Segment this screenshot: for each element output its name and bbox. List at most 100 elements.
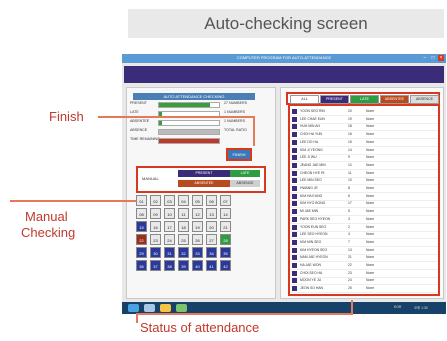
seat-cell[interactable]: 07 xyxy=(220,195,231,206)
seat-cell[interactable]: 13 xyxy=(206,208,217,219)
maximize-icon[interactable]: □ xyxy=(430,55,436,61)
seat-cell[interactable]: 25 xyxy=(178,234,189,245)
list-item[interactable]: JEON SO HAN 25 None xyxy=(290,285,438,294)
window-title: COMPUTER PROGRAM FOR AUTO-ATTENDANCE xyxy=(236,55,332,60)
seat-cell[interactable]: 04 xyxy=(178,195,189,206)
student-status: None xyxy=(366,247,375,252)
seat-cell[interactable]: 24 xyxy=(164,234,175,245)
close-icon[interactable]: × xyxy=(438,55,444,61)
seat-cell[interactable]: 36 xyxy=(136,260,147,271)
seat-cell[interactable]: 11 xyxy=(178,208,189,219)
seat-cell[interactable]: 01 xyxy=(136,195,147,206)
seat-cell[interactable]: 10 xyxy=(164,208,175,219)
manual-absentee-button[interactable]: ABSENTEE xyxy=(178,180,230,187)
tab-all[interactable]: ALL xyxy=(290,95,319,104)
seat-cell[interactable]: 39 xyxy=(178,260,189,271)
manual-present-button[interactable]: PRESENT xyxy=(178,170,230,177)
status-square-icon xyxy=(292,109,297,114)
seat-cell[interactable]: 42 xyxy=(220,260,231,271)
student-name: MI JAE MIN xyxy=(300,209,319,214)
student-id: 13 xyxy=(348,247,352,252)
seat-cell[interactable]: 22 xyxy=(136,234,147,245)
status-square-icon xyxy=(292,270,297,276)
seat-cell[interactable]: 23 xyxy=(150,234,161,245)
seat-cell[interactable]: 17 xyxy=(164,221,175,232)
seat-cell[interactable]: 05 xyxy=(192,195,203,206)
seat-cell[interactable]: 16 xyxy=(150,221,161,232)
seat-cell[interactable]: 29 xyxy=(136,247,147,258)
seat-cell[interactable]: 09 xyxy=(150,208,161,219)
seat-cell[interactable]: 15 xyxy=(136,221,147,232)
seat-cell[interactable]: 03 xyxy=(164,195,175,206)
student-name: CHOI HA YUN xyxy=(300,132,322,137)
seat-cell[interactable]: 41 xyxy=(206,260,217,271)
seat-cell[interactable]: 20 xyxy=(206,221,217,232)
seat-cell[interactable]: 21 xyxy=(220,221,231,232)
stat-progress-bar xyxy=(158,138,220,144)
stat-row: PRESENT 27 NUMBERS xyxy=(128,101,264,108)
student-id: 25 xyxy=(348,286,352,291)
status-square-icon xyxy=(292,263,297,268)
seat-cell[interactable]: 26 xyxy=(192,234,203,245)
student-name: PARK SEO HYEON xyxy=(300,216,331,221)
banner-title: Auto-checking screen xyxy=(128,9,444,38)
seat-cell[interactable]: 14 xyxy=(220,208,231,219)
seat-cell[interactable]: 31 xyxy=(164,247,175,258)
seat-cell[interactable]: 35 xyxy=(220,247,231,258)
seat-cell[interactable]: 19 xyxy=(192,221,203,232)
seat-cell[interactable]: 12 xyxy=(192,208,203,219)
seat-cell[interactable]: 06 xyxy=(206,195,217,206)
student-name: HA JAE WON xyxy=(300,263,321,267)
stat-label: TIME REMAINING xyxy=(130,137,160,141)
manual-absence-button[interactable]: ABSENCE xyxy=(230,180,260,187)
status-square-icon xyxy=(292,162,297,168)
student-status: None xyxy=(366,116,375,121)
student-id: 23 xyxy=(348,270,352,275)
stat-value: 1 NUMBERS xyxy=(224,119,245,123)
seat-cell[interactable]: 34 xyxy=(206,247,217,258)
student-id: 14 xyxy=(348,147,352,152)
seat-cell[interactable]: 32 xyxy=(178,247,189,258)
student-id: 11 xyxy=(348,170,352,175)
status-square-icon xyxy=(292,193,297,199)
finish-button[interactable]: FINISH xyxy=(226,148,252,161)
seat-cell[interactable]: 40 xyxy=(192,260,203,271)
tab-absence[interactable]: ABSENCE xyxy=(410,95,439,104)
start-icon[interactable] xyxy=(128,304,139,312)
student-status: None xyxy=(366,255,375,260)
student-status: None xyxy=(366,224,375,229)
seat-cell[interactable]: 33 xyxy=(192,247,203,258)
student-status: None xyxy=(366,239,375,244)
status-pointer-right xyxy=(351,300,353,315)
student-status: None xyxy=(366,209,375,214)
app-icon[interactable] xyxy=(176,304,187,312)
student-id: 6 xyxy=(348,193,350,198)
status-square-icon xyxy=(292,278,297,284)
browser-icon[interactable] xyxy=(144,304,155,312)
student-name: CHOI SEO HA xyxy=(300,270,323,275)
tab-absentee[interactable]: ABSENTEE xyxy=(380,95,409,104)
seat-cell[interactable]: 27 xyxy=(206,234,217,245)
status-square-icon xyxy=(292,132,297,138)
student-name: KIM MIN SEO xyxy=(300,239,322,244)
stat-label: ABSENCE xyxy=(130,128,148,132)
seat-cell[interactable]: 37 xyxy=(150,260,161,271)
finish-pointer-vertical xyxy=(253,116,255,146)
seat-cell[interactable]: 08 xyxy=(136,208,147,219)
manual-late-button[interactable]: LATE xyxy=(230,170,260,177)
seat-cell[interactable]: 18 xyxy=(178,221,189,232)
language-indicator[interactable]: KOR xyxy=(394,305,401,309)
minimize-icon[interactable]: – xyxy=(422,55,428,61)
seat-cell[interactable]: 28 xyxy=(220,234,231,245)
tab-present[interactable]: PRESENT xyxy=(320,95,349,104)
folder-icon[interactable] xyxy=(160,304,171,312)
student-status: None xyxy=(366,286,375,291)
stat-progress-bar xyxy=(158,102,220,108)
status-square-icon xyxy=(292,239,297,245)
tab-late[interactable]: LATE xyxy=(350,95,379,104)
seat-cell[interactable]: 02 xyxy=(150,195,161,206)
student-status: None xyxy=(366,232,375,237)
student-status: None xyxy=(366,124,375,129)
seat-cell[interactable]: 30 xyxy=(150,247,161,258)
seat-cell[interactable]: 38 xyxy=(164,260,175,271)
